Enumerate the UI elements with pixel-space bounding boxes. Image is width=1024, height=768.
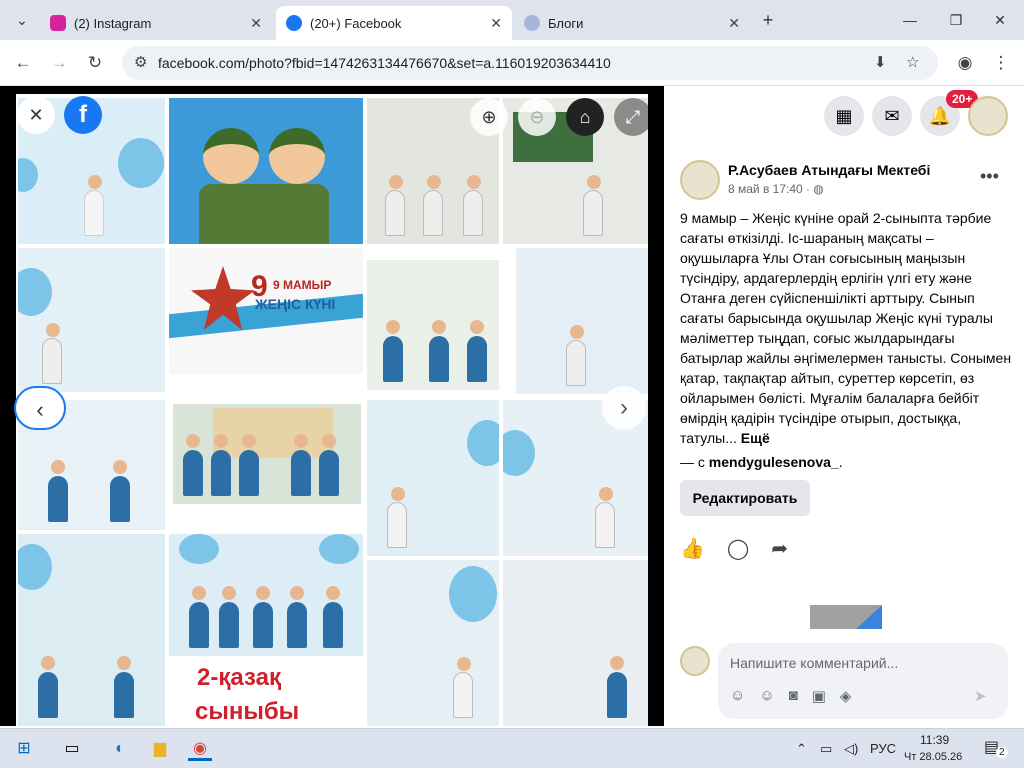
banner-subtitle: ЖЕҢІС КҮНІ <box>255 296 336 312</box>
photo-viewer: 9 9 МАМЫР ЖЕҢІС КҮНІ 2-қазақ сыныбы ✕ f … <box>0 86 664 726</box>
edge-icon[interactable]: ◐ <box>108 737 132 761</box>
instagram-icon <box>50 15 66 31</box>
post-author[interactable]: Р.Асубаев Атындағы Мектебі <box>728 162 930 178</box>
send-icon[interactable]: ➤ <box>974 687 987 705</box>
menu-dots-icon[interactable]: ⋮ <box>988 50 1014 76</box>
restore-icon[interactable]: ❐ <box>936 8 976 32</box>
class-caption-line1: 2-қазақ <box>197 664 281 691</box>
photo-collage[interactable]: 9 9 МАМЫР ЖЕҢІС КҮНІ 2-қазақ сыныбы <box>16 94 648 726</box>
like-icon[interactable]: 👍 <box>680 536 705 562</box>
collage-photo <box>18 534 165 726</box>
install-icon[interactable]: ⬇ <box>874 53 887 71</box>
post-options-icon[interactable]: ••• <box>980 166 999 187</box>
collage-photo <box>503 560 648 726</box>
comment-tools: ☺ ☺ ◙ ▣ ◈ <box>730 687 851 705</box>
start-icon[interactable]: ⊞ <box>12 737 36 761</box>
facebook-logo-icon[interactable]: f <box>64 96 102 134</box>
collage-cartoon-soldiers <box>169 98 363 244</box>
volume-icon[interactable]: ◁) <box>844 741 858 757</box>
banner-title: 9 МАМЫР <box>273 278 332 292</box>
tagged-user-link[interactable]: mendygulesenova_ <box>709 454 839 470</box>
avatar-sticker-icon[interactable]: ☺ <box>730 687 745 705</box>
tag-icon[interactable]: ⌂ <box>566 98 604 136</box>
browser-toolbar: ← → ↻ ⚙ facebook.com/photo?fbid=14742631… <box>0 40 1024 86</box>
tray-chevron-icon[interactable]: ⌃ <box>796 741 807 757</box>
facebook-icon <box>286 15 302 31</box>
messenger-icon[interactable]: ✉ <box>872 96 912 136</box>
tab-title: (20+) Facebook <box>310 15 402 31</box>
collage-photo <box>367 560 499 726</box>
tagged-line: — с mendygulesenova_. <box>680 454 843 470</box>
network-icon[interactable]: ▭ <box>820 741 832 757</box>
collage-photo <box>367 400 499 556</box>
gif-icon[interactable]: ▣ <box>812 687 826 705</box>
clock-time[interactable]: 11:39 <box>920 733 949 747</box>
minimize-icon[interactable]: — <box>890 8 930 32</box>
see-more-link[interactable]: Ещё <box>741 430 770 446</box>
sticker-icon[interactable]: ◈ <box>840 687 852 705</box>
post-date[interactable]: 8 май в 17:40 · ◍ <box>728 182 824 196</box>
collage-class-caption: 2-қазақ сыныбы <box>169 658 363 726</box>
forward-icon[interactable]: → <box>46 50 72 76</box>
zoom-in-icon[interactable]: ⊕ <box>470 98 508 136</box>
task-view-icon[interactable]: ▭ <box>60 737 84 761</box>
collage-photo <box>367 260 499 390</box>
windows-taskbar: ⊞ ▭ ◐ ▆ ◉ ⌃ ▭ ◁) РУС 11:39 Чт 28.05.26 ▤… <box>0 728 1024 768</box>
post-side-panel: ▦ ✉ 🔔 20+ Р.Асубаев Атындағы Мектебі 8 м… <box>664 86 1024 726</box>
clock-date[interactable]: Чт 28.05.26 <box>904 751 962 763</box>
browser-tab-bar: ⌄ (2) Instagram ✕ (20+) Facebook ✕ Блоги… <box>0 0 1024 40</box>
previous-photo-icon[interactable]: ‹ <box>14 386 66 430</box>
fullscreen-icon[interactable]: ⤢ <box>614 98 652 136</box>
collage-photo <box>173 404 361 504</box>
reload-icon[interactable]: ↻ <box>82 50 108 76</box>
class-caption-line2: сыныбы <box>195 698 300 725</box>
close-icon[interactable]: ✕ <box>250 15 262 32</box>
camera-icon[interactable]: ◙ <box>789 687 798 705</box>
close-viewer-icon[interactable]: ✕ <box>17 96 55 134</box>
share-icon[interactable]: ➦ <box>771 536 788 562</box>
collage-photo <box>169 534 363 656</box>
blog-icon <box>524 15 540 31</box>
file-explorer-icon[interactable]: ▆ <box>148 737 172 761</box>
post-text: 9 мамыр – Жеңіс күніне орай 2-сыныпта тә… <box>680 210 1012 446</box>
address-bar[interactable]: ⚙ facebook.com/photo?fbid=14742631344766… <box>122 46 938 80</box>
menu-grid-icon[interactable]: ▦ <box>824 96 864 136</box>
tab-blogs[interactable]: Блоги ✕ <box>514 6 750 40</box>
collage-photo <box>516 248 648 394</box>
url-text[interactable]: facebook.com/photo?fbid=1474263134476670… <box>158 55 611 71</box>
close-icon[interactable]: ✕ <box>490 15 502 32</box>
edit-button[interactable]: Редактировать <box>680 480 810 516</box>
notification-count: 2 <box>996 747 1008 758</box>
loading-placeholder <box>810 605 882 629</box>
page-avatar[interactable] <box>680 160 720 200</box>
comment-icon[interactable]: ◯ <box>727 536 749 562</box>
language-indicator[interactable]: РУС <box>870 741 896 756</box>
bookmark-star-icon[interactable]: ☆ <box>906 53 919 71</box>
next-photo-icon[interactable]: › <box>602 386 646 430</box>
tab-search-icon[interactable]: ⌄ <box>2 8 42 32</box>
commenter-avatar[interactable] <box>680 646 710 676</box>
profile-icon[interactable]: ◉ <box>952 50 978 76</box>
tab-title: (2) Instagram <box>74 15 152 31</box>
account-avatar[interactable] <box>968 96 1008 136</box>
collage-victory-banner: 9 9 МАМЫР ЖЕҢІС КҮНІ <box>169 248 363 374</box>
chrome-icon[interactable]: ◉ <box>188 737 212 761</box>
tab-title: Блоги <box>548 15 584 31</box>
comment-box[interactable]: Напишите комментарий... ☺ ☺ ◙ ▣ ◈ ➤ <box>718 643 1008 719</box>
tab-instagram[interactable]: (2) Instagram ✕ <box>40 6 272 40</box>
globe-icon: ◍ <box>813 182 824 196</box>
site-info-icon[interactable]: ⚙ <box>134 53 147 71</box>
tab-facebook[interactable]: (20+) Facebook ✕ <box>276 6 512 40</box>
back-icon[interactable]: ← <box>10 50 36 76</box>
window-close-icon[interactable]: ✕ <box>980 8 1020 32</box>
collage-photo <box>18 248 165 392</box>
emoji-icon[interactable]: ☺ <box>759 687 774 705</box>
comment-input[interactable]: Напишите комментарий... <box>730 655 898 671</box>
post-actions: 👍 ◯ ➦ <box>680 536 788 562</box>
zoom-out-icon[interactable]: ⊖ <box>518 98 556 136</box>
new-tab-icon[interactable]: + <box>748 8 788 32</box>
close-icon[interactable]: ✕ <box>728 15 740 32</box>
